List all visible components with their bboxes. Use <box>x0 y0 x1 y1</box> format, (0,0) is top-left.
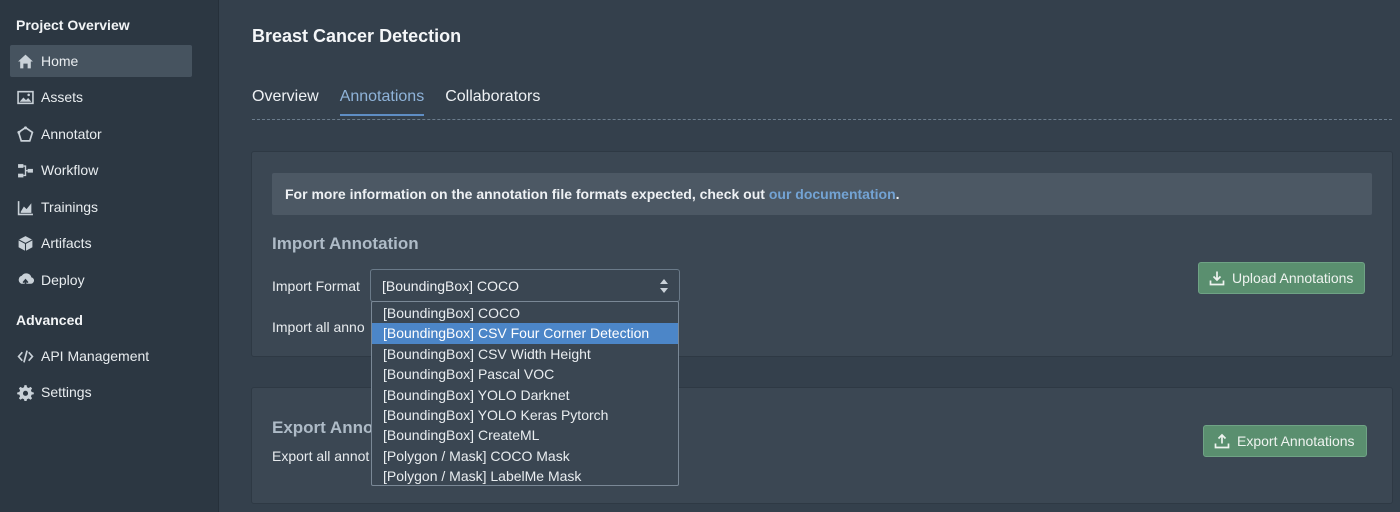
export-annotations-label: Export Annotations <box>1237 433 1355 449</box>
dropdown-option[interactable]: [BoundingBox] YOLO Darknet <box>372 385 678 405</box>
dropdown-option[interactable]: [Polygon / Mask] COCO Mask <box>372 446 678 466</box>
sidebar-item-label: Deploy <box>41 272 85 288</box>
dropdown-option[interactable]: [BoundingBox] CSV Four Corner Detection <box>372 323 678 344</box>
sidebar-item-label: Annotator <box>41 126 102 142</box>
dropdown-option[interactable]: [BoundingBox] YOLO Keras Pytorch <box>372 405 678 425</box>
import-heading: Import Annotation <box>272 234 419 253</box>
sidebar-item-label: API Management <box>41 348 150 364</box>
sidebar-item-assets[interactable]: Assets <box>10 81 192 113</box>
sidebar: Project Overview Home Assets Annotator W… <box>0 0 219 512</box>
dropdown-option[interactable]: [BoundingBox] Pascal VOC <box>372 364 678 384</box>
import-format-select[interactable]: [BoundingBox] COCO <box>370 269 680 302</box>
sidebar-item-label: Workflow <box>41 162 99 178</box>
sidebar-item-label: Assets <box>41 89 84 105</box>
info-text: For more information on the annotation f… <box>285 186 765 202</box>
dropdown-option[interactable]: [Polygon / Mask] LabelMe Mask <box>372 466 678 486</box>
deploy-icon <box>16 271 34 289</box>
cube-icon <box>16 234 34 252</box>
pentagon-icon <box>16 125 34 143</box>
sidebar-item-api-management[interactable]: API Management <box>10 340 192 372</box>
import-format-dropdown[interactable]: [BoundingBox] COCO [BoundingBox] CSV Fou… <box>371 301 679 486</box>
home-icon <box>16 52 34 70</box>
import-all-label: Import all anno <box>272 319 365 335</box>
import-format-value: [BoundingBox] COCO <box>382 277 519 294</box>
download-icon <box>1209 271 1225 286</box>
image-icon <box>16 88 34 106</box>
code-icon <box>16 347 34 365</box>
info-end: . <box>895 186 900 202</box>
sidebar-item-label: Artifacts <box>41 235 92 251</box>
upload-annotations-label: Upload Annotations <box>1232 270 1354 286</box>
dropdown-option[interactable]: [BoundingBox] CSV Width Height <box>372 344 678 364</box>
sidebar-item-home[interactable]: Home <box>10 45 192 77</box>
sidebar-item-label: Home <box>41 53 79 69</box>
tab-bar: Overview Annotations Collaborators <box>252 88 561 116</box>
workflow-icon <box>16 161 34 179</box>
sidebar-item-label: Settings <box>41 384 92 400</box>
export-annotations-button[interactable]: Export Annotations <box>1203 425 1367 457</box>
documentation-link[interactable]: our documentation <box>769 186 896 202</box>
sidebar-item-trainings[interactable]: Trainings <box>10 191 192 223</box>
sidebar-item-deploy[interactable]: Deploy <box>10 264 192 296</box>
gear-icon <box>16 383 34 401</box>
select-arrows-icon <box>660 279 668 293</box>
advanced-heading: Advanced <box>16 312 83 328</box>
tab-collaborators[interactable]: Collaborators <box>445 88 540 115</box>
upload-icon <box>1214 433 1230 449</box>
tab-annotations[interactable]: Annotations <box>339 88 424 116</box>
sidebar-item-label: Trainings <box>41 199 99 215</box>
import-format-label: Import Format <box>272 278 360 294</box>
tabs-divider <box>252 119 1392 120</box>
export-heading: Export Anno <box>272 418 374 437</box>
chart-icon <box>16 198 34 216</box>
sidebar-item-workflow[interactable]: Workflow <box>10 154 192 186</box>
sidebar-item-artifacts[interactable]: Artifacts <box>10 227 192 259</box>
sidebar-item-settings[interactable]: Settings <box>10 376 192 408</box>
dropdown-option[interactable]: [BoundingBox] CreateML <box>372 425 678 445</box>
page-title: Breast Cancer Detection <box>252 26 462 46</box>
dropdown-option[interactable]: [BoundingBox] COCO <box>372 303 678 323</box>
sidebar-item-annotator[interactable]: Annotator <box>10 118 192 150</box>
upload-annotations-button[interactable]: Upload Annotations <box>1198 262 1366 294</box>
project-overview-heading: Project Overview <box>16 17 130 33</box>
info-banner: For more information on the annotation f… <box>272 173 1372 215</box>
export-all-label: Export all annot <box>272 448 370 464</box>
tab-overview[interactable]: Overview <box>252 88 319 115</box>
